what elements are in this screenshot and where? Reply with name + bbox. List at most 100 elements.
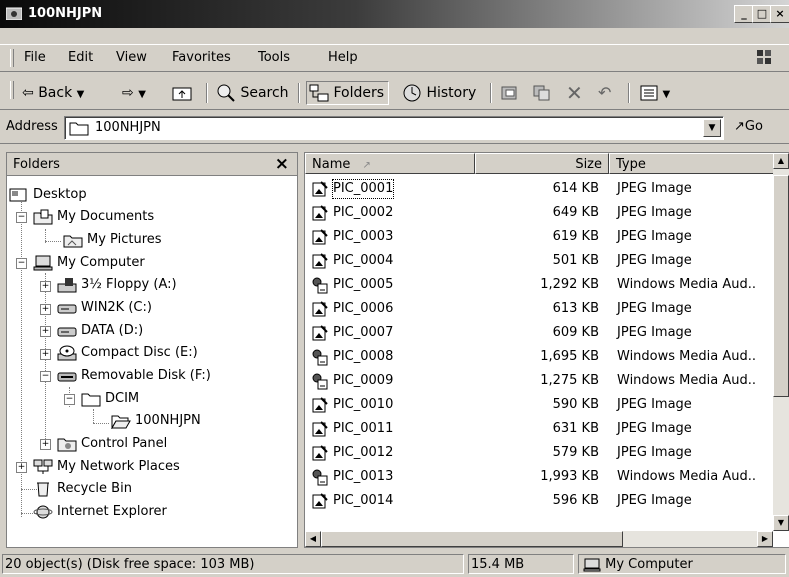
expand-toggle[interactable]: + [40,304,51,315]
file-name: PIC_0001 [331,179,395,199]
file-row[interactable]: PIC_0005 1,292 KB Windows Media Aud.. [305,273,775,297]
folder-icon [69,122,89,136]
horizontal-scrollbar[interactable]: ◀ ▶ [305,531,773,547]
file-row[interactable]: PIC_0010 590 KB JPEG Image [305,393,775,417]
tree-item-dcim[interactable]: DCIM [81,389,139,409]
copy-to-button[interactable] [532,82,552,104]
menu-help[interactable]: Help [328,50,358,65]
expand-toggle[interactable]: + [16,462,27,473]
menu-file[interactable]: File [24,50,46,65]
file-row[interactable]: PIC_0012 579 KB JPEG Image [305,441,775,465]
tree-item-internet-explorer[interactable]: Internet Explorer [33,502,167,522]
file-row[interactable]: PIC_0007 609 KB JPEG Image [305,321,775,345]
views-button[interactable]: ▼ [640,82,670,104]
back-button[interactable]: ⇦ Back ▼ [22,82,84,104]
folders-pane-title: Folders [13,157,60,172]
expand-toggle[interactable]: + [40,281,51,292]
go-button[interactable]: ↗Go [734,119,763,134]
column-header-type[interactable]: Type [609,153,775,174]
history-label: History [426,85,477,101]
expand-toggle[interactable]: + [40,439,51,450]
delete-button[interactable]: ✕ [566,82,583,104]
column-header-size[interactable]: Size [475,153,609,174]
tree-item-win2k[interactable]: WIN2K (C:) [57,298,152,318]
tree-item-my-documents[interactable]: My Documents [33,207,154,227]
tree-item-removable-disk[interactable]: Removable Disk (F:) [57,366,211,386]
maximize-button[interactable]: □ [752,5,772,23]
tree-item-desktop[interactable]: Desktop [9,185,87,205]
forward-arrow-icon: ⇨ [122,85,134,101]
file-row[interactable]: PIC_0004 501 KB JPEG Image [305,249,775,273]
maximize-icon: □ [756,7,768,20]
file-size: 1,695 KB [540,349,599,364]
file-type: JPEG Image [617,229,692,244]
file-row[interactable]: PIC_0008 1,695 KB Windows Media Aud.. [305,345,775,369]
scroll-up-button[interactable]: ▲ [773,153,789,169]
history-button[interactable]: History [402,82,476,104]
close-button[interactable]: × [770,5,789,23]
file-row[interactable]: PIC_0011 631 KB JPEG Image [305,417,775,441]
tree-item-my-network-places[interactable]: My Network Places [33,457,180,477]
scroll-down-button[interactable]: ▼ [773,515,789,531]
undo-button[interactable]: ↶ [598,82,611,104]
vertical-scrollbar[interactable]: ▲ ▼ [773,153,789,531]
desktop-icon [9,188,27,201]
file-size: 619 KB [552,229,599,244]
tree-item-data[interactable]: DATA (D:) [57,321,143,341]
scroll-right-button[interactable]: ▶ [757,531,773,547]
minimize-button[interactable]: _ [734,5,754,23]
up-folder-button[interactable] [172,82,192,104]
tree-item-control-panel[interactable]: Control Panel [57,434,167,454]
file-size: 579 KB [552,445,599,460]
tree-item-recycle-bin[interactable]: Recycle Bin [33,479,132,499]
tree-item-my-pictures[interactable]: My Pictures [63,230,162,250]
file-name: PIC_0009 [333,373,394,388]
search-icon [217,84,235,102]
back-dropdown-icon[interactable]: ▼ [77,89,85,100]
file-row[interactable]: PIC_0003 619 KB JPEG Image [305,225,775,249]
collapse-toggle[interactable]: − [16,258,27,269]
toolbar-grip[interactable] [10,81,14,99]
tree-item-floppy[interactable]: 3½ Floppy (A:) [57,275,177,295]
menu-edit[interactable]: Edit [68,50,93,65]
expand-toggle[interactable]: + [40,349,51,360]
file-row[interactable]: PIC_0014 596 KB JPEG Image [305,489,775,513]
scroll-left-button[interactable]: ◀ [305,531,321,547]
collapse-toggle[interactable]: − [64,394,75,405]
forward-button[interactable]: ⇨ ▼ [122,82,146,104]
menu-favorites[interactable]: Favorites [172,50,231,65]
address-field[interactable]: 100NHJPN ▼ [64,116,724,140]
tree-item-100nhjpn[interactable]: 100NHJPN [111,411,201,431]
menu-tools[interactable]: Tools [258,50,290,65]
file-row[interactable]: PIC_0009 1,275 KB Windows Media Aud.. [305,369,775,393]
file-row[interactable]: PIC_0002 649 KB JPEG Image [305,201,775,225]
forward-dropdown-icon[interactable]: ▼ [138,89,146,100]
move-to-button[interactable] [500,82,520,104]
address-dropdown-button[interactable]: ▼ [703,119,721,137]
menu-grip[interactable] [10,49,14,67]
column-header-name[interactable]: Name ↗ [305,153,475,174]
collapse-toggle[interactable]: − [16,212,27,223]
file-row[interactable]: PIC_0001 614 KB JPEG Image [305,177,775,201]
file-row[interactable]: PIC_0013 1,993 KB Windows Media Aud.. [305,465,775,489]
history-icon [403,84,421,102]
folders-button[interactable]: Folders [306,81,390,105]
search-button[interactable]: Search [216,82,289,104]
arrow-up-icon: ▲ [777,156,785,165]
menu-view[interactable]: View [116,50,147,65]
scroll-thumb[interactable] [773,175,789,397]
tree-label: Compact Disc (E:) [81,345,198,360]
tree-item-my-computer[interactable]: My Computer [33,253,145,273]
close-folders-pane-button[interactable]: × [275,154,289,174]
file-size: 614 KB [552,181,599,196]
tree-line [93,423,109,424]
tree-item-compact-disc[interactable]: Compact Disc (E:) [57,343,198,363]
file-size: 501 KB [552,253,599,268]
views-dropdown-icon[interactable]: ▼ [662,89,670,100]
file-row[interactable]: PIC_0006 613 KB JPEG Image [305,297,775,321]
horizontal-scroll-thumb[interactable] [321,531,623,547]
title-bar[interactable]: 100NHJPN _ □ × [0,0,789,28]
collapse-toggle[interactable]: − [40,371,51,382]
expand-toggle[interactable]: + [40,326,51,337]
arrow-left-icon: ◀ [309,534,317,543]
